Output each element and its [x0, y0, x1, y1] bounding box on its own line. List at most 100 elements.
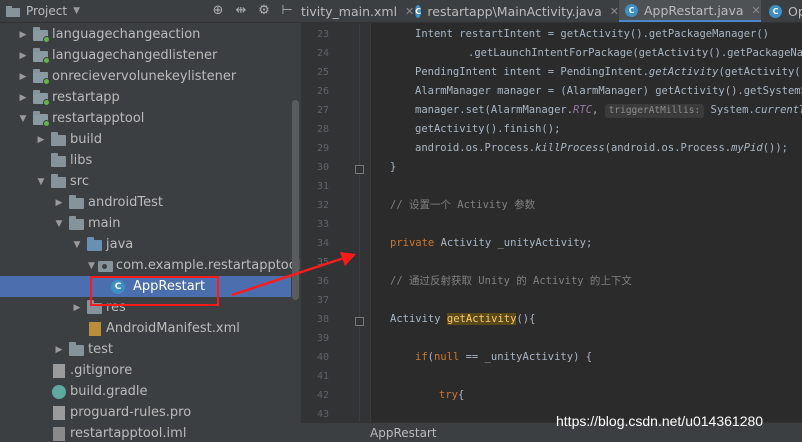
tree-item-label: onrecievervolunekeylistener [52, 69, 237, 84]
breadcrumb-class[interactable]: AppRestart [370, 426, 437, 440]
tree-item-label: build [70, 132, 102, 147]
project-panel-header: Project ▼ ⊕ ⇹ ⚙ ⊢ [0, 0, 301, 23]
folder-icon [51, 173, 67, 189]
code-line-32: // 设置一个 Activity 参数 [390, 199, 536, 211]
annotation-highlight-box [90, 276, 219, 306]
code-line-34: private Activity _unityActivity; [390, 237, 593, 249]
line-number: 29 [316, 143, 329, 154]
code-line-29: android.os.Process.killProcess(android.o… [415, 142, 788, 154]
tree-item-src[interactable]: ▼ src [0, 171, 291, 192]
tree-item-label: languagechangedlistener [52, 48, 218, 63]
chevron-down-icon[interactable]: ▼ [88, 261, 95, 271]
folder-icon [51, 152, 67, 168]
line-number: 27 [316, 105, 329, 116]
module-folder-icon [33, 26, 50, 43]
tree-item-label: restartapptool [52, 111, 145, 126]
tree-item-androidtest[interactable]: ▶ androidTest [0, 192, 291, 213]
line-number: 28 [316, 124, 329, 135]
tree-item-label: build.gradle [70, 384, 148, 399]
chevron-right-icon[interactable]: ▶ [34, 135, 48, 145]
iml-file-icon [51, 426, 67, 441]
hide-panel-icon[interactable]: ⊢ [279, 3, 295, 19]
tree-item-languagechangeaction[interactable]: ▶ languagechangeaction [0, 24, 291, 45]
line-number: 40 [316, 352, 329, 363]
tab-mainactivity-java[interactable]: C restartapp\MainActivity.java ✕ [409, 0, 619, 22]
class-icon: C [769, 5, 782, 18]
tree-item-main[interactable]: ▼ main [0, 213, 291, 234]
code-line-42: try{ [439, 389, 465, 401]
project-panel: Project ▼ ⊕ ⇹ ⚙ ⊢ ▶ languagechangeaction… [0, 0, 301, 442]
class-icon: C [415, 5, 422, 18]
chevron-right-icon[interactable]: ▶ [52, 198, 66, 208]
editor-gutter[interactable]: 23 24 25 26 27 28 29 30 31 32 33 34 35 3… [301, 23, 371, 422]
line-number: 30 [316, 162, 329, 173]
chevron-down-icon[interactable]: ▼ [52, 219, 66, 229]
chevron-right-icon[interactable]: ▶ [70, 303, 84, 313]
code-editor[interactable]: Intent restartIntent = getActivity().get… [372, 23, 802, 422]
tree-item-gitignore[interactable]: .gitignore [0, 360, 291, 381]
tab-label: restartapp\MainActivity.java [427, 4, 602, 19]
tab-label: tivity_main.xml [301, 4, 398, 19]
tree-item-build-gradle[interactable]: build.gradle [0, 381, 291, 402]
code-line-30: } [390, 161, 397, 173]
tab-activity-main-xml[interactable]: tivity_main.xml ✕ [301, 0, 414, 22]
chevron-right-icon[interactable]: ▶ [16, 93, 30, 103]
folder-icon [69, 215, 85, 231]
line-number: 31 [316, 181, 329, 192]
module-folder-icon [33, 110, 50, 127]
gradle-icon [51, 384, 67, 399]
tree-item-iml[interactable]: restartapptool.iml [0, 423, 291, 442]
module-folder-icon [33, 89, 50, 106]
sync-icon[interactable]: ⊕ [210, 3, 226, 19]
code-line-27: manager.set(AlarmManager.RTC, triggerAtM… [415, 104, 802, 118]
fold-marker-icon[interactable] [355, 165, 364, 174]
fold-marker-icon[interactable] [355, 317, 364, 326]
line-number: 41 [316, 371, 329, 382]
tree-item-restartapptool[interactable]: ▼ restartapptool [0, 108, 291, 129]
project-tree: ▶ languagechangeaction ▶ languagechanged… [0, 23, 301, 442]
line-number: 25 [316, 67, 329, 78]
xml-file-icon [87, 321, 103, 336]
chevron-down-icon[interactable]: ▼ [16, 114, 30, 124]
collapse-all-icon[interactable]: ⇹ [233, 3, 249, 19]
line-number: 23 [316, 29, 329, 40]
tab-label: Op [788, 4, 802, 19]
chevron-right-icon[interactable]: ▶ [16, 51, 30, 61]
tree-item-label: languagechangeaction [52, 27, 201, 42]
project-view-selector[interactable]: Project ▼ [6, 4, 80, 18]
tree-item-libs[interactable]: libs [0, 150, 291, 171]
module-folder-icon [33, 68, 50, 85]
code-line-28: getActivity().finish(); [415, 123, 561, 135]
project-tree-scrollbar[interactable] [292, 100, 299, 300]
close-icon[interactable]: ✕ [610, 5, 619, 18]
chevron-down-icon[interactable]: ▼ [34, 177, 48, 187]
tree-item-androidmanifest[interactable]: AndroidManifest.xml [0, 318, 291, 339]
tree-item-build[interactable]: ▶ build [0, 129, 291, 150]
tree-item-label: AndroidManifest.xml [106, 321, 240, 336]
gear-icon[interactable]: ⚙ [256, 3, 272, 19]
code-line-38: Activity getActivity(){ [390, 313, 536, 325]
tree-item-label: java [106, 237, 134, 252]
file-icon [51, 363, 67, 378]
tree-item-label: restartapp [52, 90, 120, 105]
tree-item-languagechangedlistener[interactable]: ▶ languagechangedlistener [0, 45, 291, 66]
tab-apprestart-java[interactable]: C AppRestart.java ✕ [619, 0, 761, 22]
chevron-down-icon[interactable]: ▼ [70, 240, 84, 250]
chevron-right-icon[interactable]: ▶ [16, 72, 30, 82]
tree-item-label: libs [70, 153, 93, 168]
tree-item-onrecievervolunekeylistener[interactable]: ▶ onrecievervolunekeylistener [0, 66, 291, 87]
tree-item-label: test [88, 342, 113, 357]
tree-item-test[interactable]: ▶ test [0, 339, 291, 360]
tab-op[interactable]: C Op [763, 0, 802, 22]
tree-item-proguard[interactable]: proguard-rules.pro [0, 402, 291, 423]
tree-item-label: main [88, 216, 121, 231]
package-icon [97, 259, 113, 273]
tree-item-java[interactable]: ▼ java [0, 234, 291, 255]
line-number: 43 [316, 409, 329, 420]
chevron-right-icon[interactable]: ▶ [16, 30, 30, 40]
close-icon[interactable]: ✕ [752, 4, 761, 17]
chevron-right-icon[interactable]: ▶ [52, 345, 66, 355]
tree-item-restartapp[interactable]: ▶ restartapp [0, 87, 291, 108]
line-number: 42 [316, 390, 329, 401]
tree-item-package[interactable]: ▼ com.example.restartapptool [0, 255, 300, 276]
